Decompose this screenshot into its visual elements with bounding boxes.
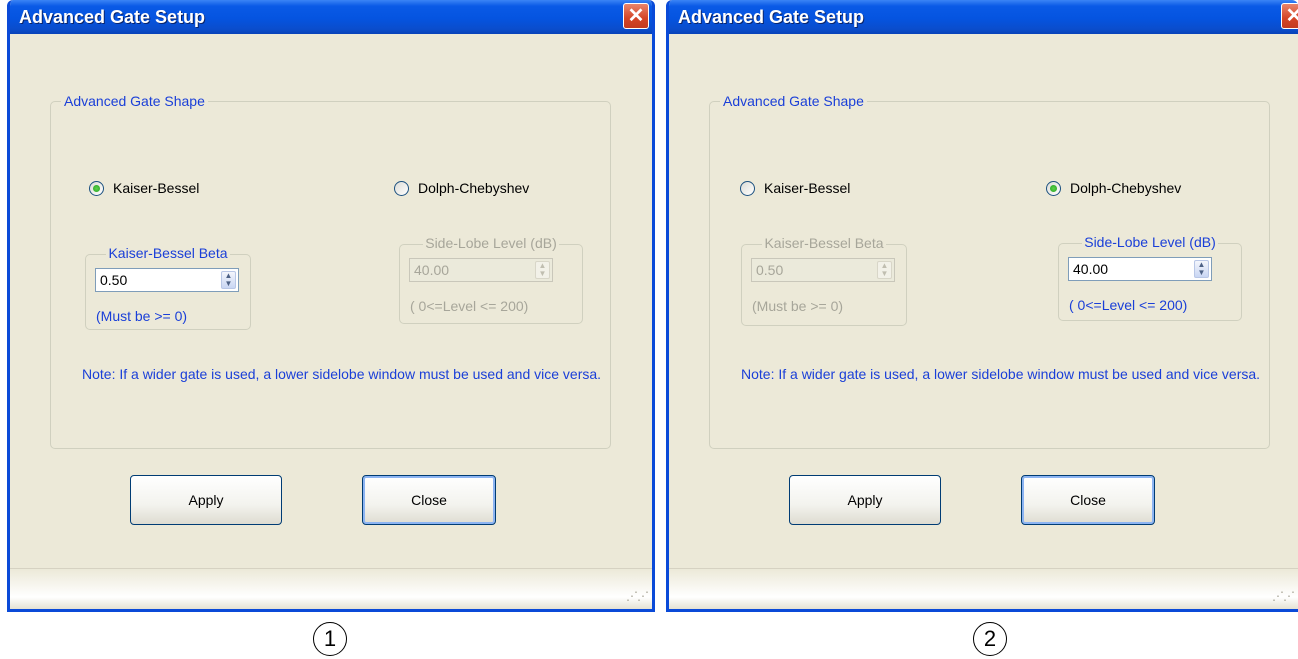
dialog-title: Advanced Gate Setup [19, 7, 206, 27]
kaiser-bessel-beta-group: Kaiser-Bessel Beta 0.50 ▲ ▼ (Must be >= 0… [741, 235, 907, 326]
close-icon[interactable]: ✕ [1281, 3, 1298, 29]
side-lobe-title: Side-Lobe Level (dB) [1082, 234, 1218, 250]
kaiser-beta-hint: (Must be >= 0) [752, 298, 844, 314]
note-text: Note: If a wider gate is used, a lower s… [741, 366, 1261, 382]
dolph-chebyshev-label: Dolph-Chebyshev [1070, 180, 1182, 196]
spin-arrows-icon: ▲ ▼ [535, 261, 550, 279]
side-lobe-spinbox: 40.00 ▲ ▼ [409, 258, 553, 282]
note-text: Note: If a wider gate is used, a lower s… [82, 366, 602, 382]
status-bar: ⋰⋰ [669, 568, 1298, 609]
advanced-gate-setup-dialog-2: Advanced Gate Setup ✕ Advanced Gate Shap… [666, 0, 1298, 612]
side-lobe-spinbox[interactable]: 40.00 ▲ ▼ [1068, 257, 1212, 281]
kaiser-bessel-label: Kaiser-Bessel [113, 180, 200, 196]
kaiser-beta-title: Kaiser-Bessel Beta [106, 245, 230, 261]
advanced-gate-setup-dialog-1: Advanced Gate Setup ✕ Advanced Gate Shap… [7, 0, 655, 612]
side-lobe-title: Side-Lobe Level (dB) [423, 235, 559, 251]
dialog-title: Advanced Gate Setup [678, 7, 865, 27]
kaiser-bessel-label: Kaiser-Bessel [764, 180, 851, 196]
step-label-2: 2 [973, 622, 1007, 656]
kaiser-bessel-radio[interactable]: Kaiser-Bessel [89, 180, 199, 196]
radio-checked-icon[interactable] [89, 180, 104, 196]
side-lobe-level-group: Side-Lobe Level (dB) 40.00 ▲ ▼ ( 0<=Level… [1058, 234, 1242, 321]
title-bar[interactable]: Advanced Gate Setup ✕ [10, 0, 652, 34]
side-lobe-level-group: Side-Lobe Level (dB) 40.00 ▲ ▼ ( 0<=Level… [399, 235, 583, 324]
spin-arrows-icon[interactable]: ▲ ▼ [221, 271, 236, 289]
radio-unchecked-icon[interactable] [394, 180, 409, 196]
step-label-1: 1 [313, 622, 347, 656]
side-lobe-hint: ( 0<=Level <= 200) [410, 298, 529, 314]
close-icon[interactable]: ✕ [623, 3, 649, 29]
radio-unchecked-icon[interactable] [740, 180, 755, 196]
kaiser-beta-value: 0.50 [756, 262, 784, 278]
kaiser-beta-spinbox[interactable]: 0.50 ▲ ▼ [95, 268, 239, 292]
close-button[interactable]: Close [362, 475, 496, 525]
status-bar: ⋰⋰ [10, 568, 652, 609]
advanced-gate-shape-group: Advanced Gate Shape Kaiser-Bessel Dolph-… [709, 93, 1270, 449]
kaiser-bessel-radio[interactable]: Kaiser-Bessel [740, 180, 850, 196]
resize-grip-icon[interactable]: ⋰⋰ [1272, 589, 1295, 603]
kaiser-beta-value[interactable]: 0.50 [100, 272, 127, 288]
title-bar[interactable]: Advanced Gate Setup ✕ [669, 0, 1298, 34]
close-button[interactable]: Close [1021, 475, 1155, 525]
spin-arrows-icon[interactable]: ▲ ▼ [1194, 260, 1209, 278]
kaiser-beta-spinbox: 0.50 ▲ ▼ [751, 258, 895, 282]
kaiser-bessel-beta-group: Kaiser-Bessel Beta 0.50 ▲ ▼ (Must be >= 0… [85, 245, 251, 330]
kaiser-beta-hint: (Must be >= 0) [96, 308, 188, 324]
spin-arrows-icon: ▲ ▼ [877, 261, 892, 279]
kaiser-beta-title: Kaiser-Bessel Beta [762, 235, 886, 251]
dolph-chebyshev-radio[interactable]: Dolph-Chebyshev [394, 180, 529, 196]
resize-grip-icon[interactable]: ⋰⋰ [626, 589, 649, 603]
dolph-chebyshev-label: Dolph-Chebyshev [418, 180, 530, 196]
radio-checked-icon[interactable] [1046, 180, 1061, 196]
dolph-chebyshev-radio[interactable]: Dolph-Chebyshev [1046, 180, 1181, 196]
side-lobe-hint: ( 0<=Level <= 200) [1069, 297, 1188, 313]
side-lobe-value[interactable]: 40.00 [1073, 261, 1108, 277]
group-title: Advanced Gate Shape [61, 93, 208, 109]
advanced-gate-shape-group: Advanced Gate Shape Kaiser-Bessel Dolph-… [50, 93, 611, 449]
apply-button[interactable]: Apply [789, 475, 941, 525]
apply-button[interactable]: Apply [130, 475, 282, 525]
group-title: Advanced Gate Shape [720, 93, 867, 109]
side-lobe-value: 40.00 [414, 262, 450, 278]
